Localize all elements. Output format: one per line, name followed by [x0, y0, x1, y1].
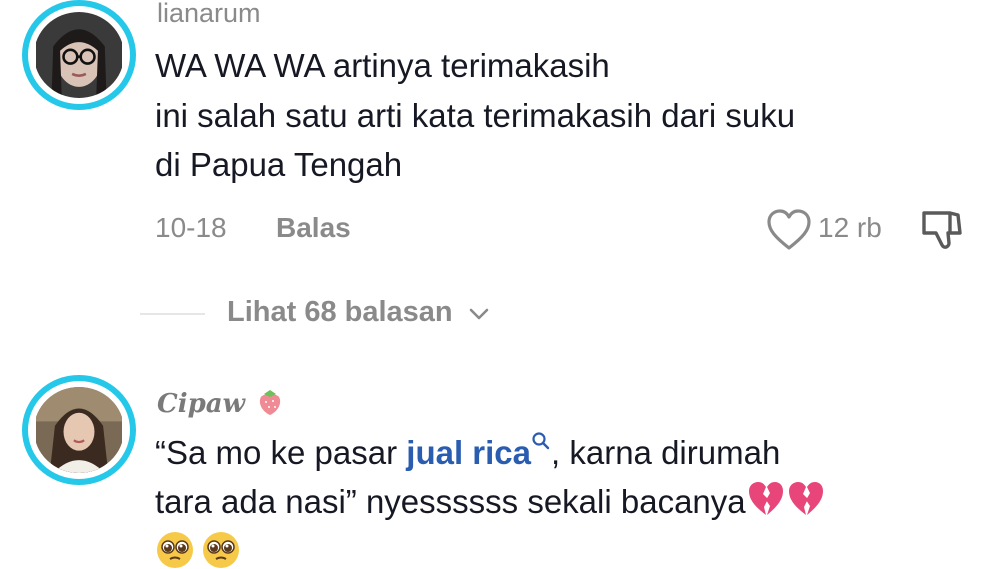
emoji-row: [155, 530, 241, 569]
comment-line: tara ada nasi” nyessssss sekali bacanya: [155, 478, 826, 526]
comment-line: di Papua Tengah: [155, 146, 403, 183]
like-count: 12 rb: [818, 212, 882, 243]
replies-divider: [140, 313, 205, 315]
heart-outline-icon: [767, 209, 811, 250]
avatar-portrait-icon: [36, 387, 122, 473]
search-link-text: jual rica: [406, 434, 532, 471]
chevron-down-icon: [469, 308, 489, 320]
comment-username[interactable]: lianarum: [157, 0, 261, 29]
strawberry-emoji: [259, 390, 281, 415]
comment-line: WA WA WA artinya terimakasih: [155, 47, 610, 84]
avatar-portrait-icon: [36, 12, 122, 98]
search-link[interactable]: jual rica: [406, 432, 551, 471]
like-button[interactable]: [765, 207, 813, 253]
comment-line: “Sa mo ke pasar jual rica , karna dirumah: [155, 429, 780, 477]
view-replies-button[interactable]: Lihat 68 balasan: [227, 296, 491, 329]
comment-text-segment: , karna dirumah: [551, 434, 781, 471]
avatar-lianarum[interactable]: [22, 0, 136, 110]
avatar-cipaw[interactable]: [22, 375, 136, 485]
broken-heart-emoji: [788, 482, 823, 515]
comment-line: ini salah satu arti kata terimakasih dar…: [155, 97, 796, 134]
thumbs-down-icon: [922, 211, 962, 249]
avatar-image: [34, 12, 124, 98]
avatar-image: [34, 387, 124, 473]
comment-section: lianarum WA WA WA artinya terimakasih in…: [0, 0, 1000, 569]
reply-button[interactable]: Balas: [276, 212, 351, 244]
comment-text-segment: tara ada nasi” nyessssss sekali bacanya: [155, 483, 746, 520]
username-text: Cipaw: [157, 389, 245, 419]
search-icon: [532, 432, 550, 450]
pleading-face-emoji: [203, 532, 239, 568]
dislike-button[interactable]: [918, 205, 966, 253]
comment-date: 10-18: [155, 212, 227, 243]
broken-heart-emoji: [748, 482, 783, 515]
comment-text-segment: “Sa mo ke pasar: [155, 434, 407, 471]
view-replies-label: Lihat 68 balasan: [227, 296, 453, 328]
comment-username[interactable]: Cipaw: [157, 386, 286, 419]
pleading-face-emoji: [157, 532, 193, 568]
